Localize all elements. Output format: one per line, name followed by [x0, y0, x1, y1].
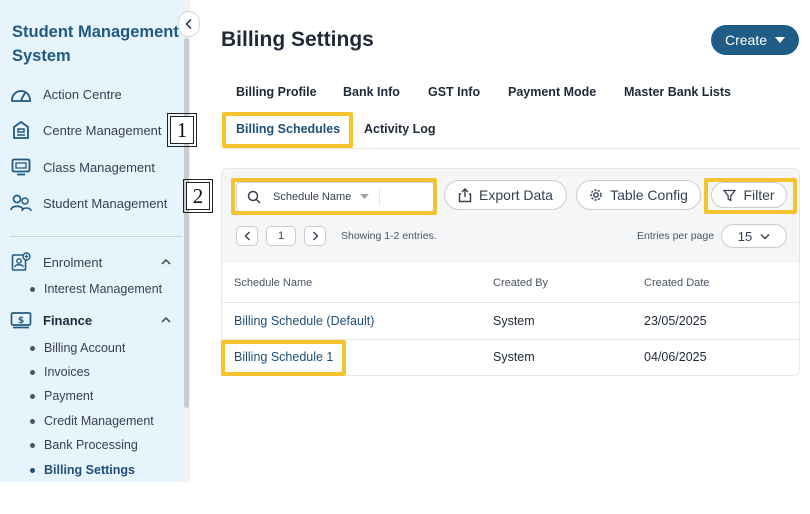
table-row-created-by: System: [493, 314, 535, 328]
callout-number-2: 2: [183, 179, 213, 213]
sidebar-subitem-label: Interest Management: [44, 282, 163, 296]
sidebar-item-student-management[interactable]: Student Management: [10, 191, 167, 215]
tab-billing-profile[interactable]: Billing Profile: [236, 85, 317, 99]
sidebar-scrollbar-thumb[interactable]: [184, 38, 189, 408]
speedometer-icon: [10, 83, 32, 105]
bullet-icon: [30, 286, 35, 292]
tab-payment-mode[interactable]: Payment Mode: [508, 85, 596, 99]
create-button-label: Create: [724, 32, 768, 48]
column-header-created-by[interactable]: Created By: [493, 277, 548, 289]
callout-number-1: 1: [167, 113, 197, 147]
chevron-down-icon: [760, 233, 770, 240]
table-row-schedule-name-link[interactable]: Billing Schedule (Default): [234, 314, 374, 328]
create-button[interactable]: Create: [711, 25, 799, 55]
sidebar-collapse-button[interactable]: [178, 11, 200, 37]
export-data-button[interactable]: Export Data: [444, 180, 567, 210]
chevron-up-icon[interactable]: [160, 256, 172, 268]
svg-text:$: $: [18, 316, 24, 326]
chevron-left-icon: [185, 18, 192, 30]
sidebar-group-label: Enrolment: [43, 254, 103, 270]
bullet-icon: [30, 418, 35, 424]
sidebar-subitem-label: Payment: [44, 389, 94, 403]
caret-down-icon: [775, 36, 786, 43]
classroom-icon: [10, 156, 32, 178]
caret-down-icon: [360, 194, 370, 199]
entries-per-page-value: 15: [737, 228, 753, 244]
entries-per-page-label: Entries per page: [637, 230, 715, 242]
sidebar-subitem-payment[interactable]: Payment: [30, 386, 93, 406]
sidebar-item-action-centre[interactable]: Action Centre: [10, 82, 122, 106]
sidebar-item-class-management[interactable]: Class Management: [10, 155, 155, 179]
chevron-right-icon: [312, 231, 318, 241]
chevron-left-icon: [244, 231, 250, 241]
sidebar: Student Management System Action Centre …: [0, 0, 190, 482]
bullet-icon: [30, 345, 35, 351]
gear-icon: [590, 189, 602, 201]
search-separator: [379, 188, 381, 206]
table-row-schedule-name-link[interactable]: Billing Schedule 1: [234, 350, 333, 364]
app-title: Student Management System: [12, 23, 179, 65]
search-field-select[interactable]: Schedule Name: [273, 191, 351, 203]
sidebar-subitem-interest-management[interactable]: Interest Management: [30, 279, 162, 299]
search-icon: [247, 190, 261, 204]
tab-master-bank-lists[interactable]: Master Bank Lists: [624, 85, 731, 99]
sidebar-divider: [10, 236, 182, 237]
export-data-label: Export Data: [479, 187, 553, 203]
bullet-icon: [30, 467, 35, 473]
entries-per-page-select[interactable]: 15: [721, 224, 787, 248]
tabs-divider: [221, 148, 799, 149]
sidebar-subitem-label: Billing Settings: [44, 463, 135, 477]
page-title: Billing Settings: [221, 28, 374, 51]
sidebar-item-centre-management[interactable]: Centre Management: [10, 118, 162, 142]
table-row-created-by: System: [493, 350, 535, 364]
finance-icon: $: [10, 309, 32, 331]
sidebar-group-label: Finance: [43, 312, 93, 328]
search-input[interactable]: Schedule Name: [236, 182, 434, 212]
sidebar-subitem-billing-account[interactable]: Billing Account: [30, 338, 125, 358]
filter-button[interactable]: Filter: [711, 182, 787, 208]
bullet-icon: [30, 393, 35, 399]
sidebar-item-label: Centre Management: [43, 122, 162, 138]
tab-bank-info[interactable]: Bank Info: [343, 85, 400, 99]
sidebar-group-enrolment[interactable]: Enrolment: [10, 250, 102, 274]
filter-label: Filter: [743, 187, 775, 203]
tab-activity-log[interactable]: Activity Log: [364, 122, 436, 136]
showing-entries-text: Showing 1-2 entries.: [341, 230, 437, 242]
page-number-button[interactable]: 1: [266, 226, 296, 246]
enrolment-icon: [10, 251, 32, 273]
sidebar-subitem-label: Bank Processing: [44, 438, 138, 452]
table-row-divider: [222, 302, 799, 303]
table-row-divider: [222, 339, 799, 340]
chevron-up-icon[interactable]: [160, 314, 172, 326]
column-header-schedule-name[interactable]: Schedule Name: [234, 277, 312, 289]
tab-gst-info[interactable]: GST Info: [428, 85, 480, 99]
next-page-button[interactable]: [304, 226, 326, 246]
tab-billing-schedules[interactable]: Billing Schedules: [236, 122, 340, 136]
table-row-created-date: 23/05/2025: [644, 314, 707, 328]
sidebar-subitem-credit-management[interactable]: Credit Management: [30, 411, 154, 431]
table-config-button[interactable]: Table Config: [576, 180, 701, 210]
sidebar-item-label: Class Management: [43, 159, 155, 175]
bullet-icon: [30, 442, 35, 448]
export-icon: [458, 187, 472, 202]
sidebar-item-label: Action Centre: [43, 86, 122, 102]
bullet-icon: [30, 369, 35, 375]
sidebar-subitem-label: Credit Management: [44, 414, 154, 428]
sidebar-subitem-billing-settings[interactable]: Billing Settings: [30, 460, 135, 480]
sidebar-group-finance[interactable]: $ Finance: [10, 308, 92, 332]
sidebar-subitem-bank-processing[interactable]: Bank Processing: [30, 435, 138, 455]
building-icon: [10, 119, 32, 141]
filter-icon: [723, 189, 737, 202]
users-icon: [10, 192, 32, 214]
sidebar-item-label: Student Management: [43, 195, 168, 211]
column-header-created-date[interactable]: Created Date: [644, 277, 709, 289]
table-config-label: Table Config: [610, 187, 688, 203]
sidebar-subitem-invoices[interactable]: Invoices: [30, 362, 90, 382]
sidebar-subitem-label: Invoices: [44, 365, 90, 379]
sidebar-subitem-label: Billing Account: [44, 341, 126, 355]
table-row-created-date: 04/06/2025: [644, 350, 707, 364]
previous-page-button[interactable]: [236, 226, 258, 246]
